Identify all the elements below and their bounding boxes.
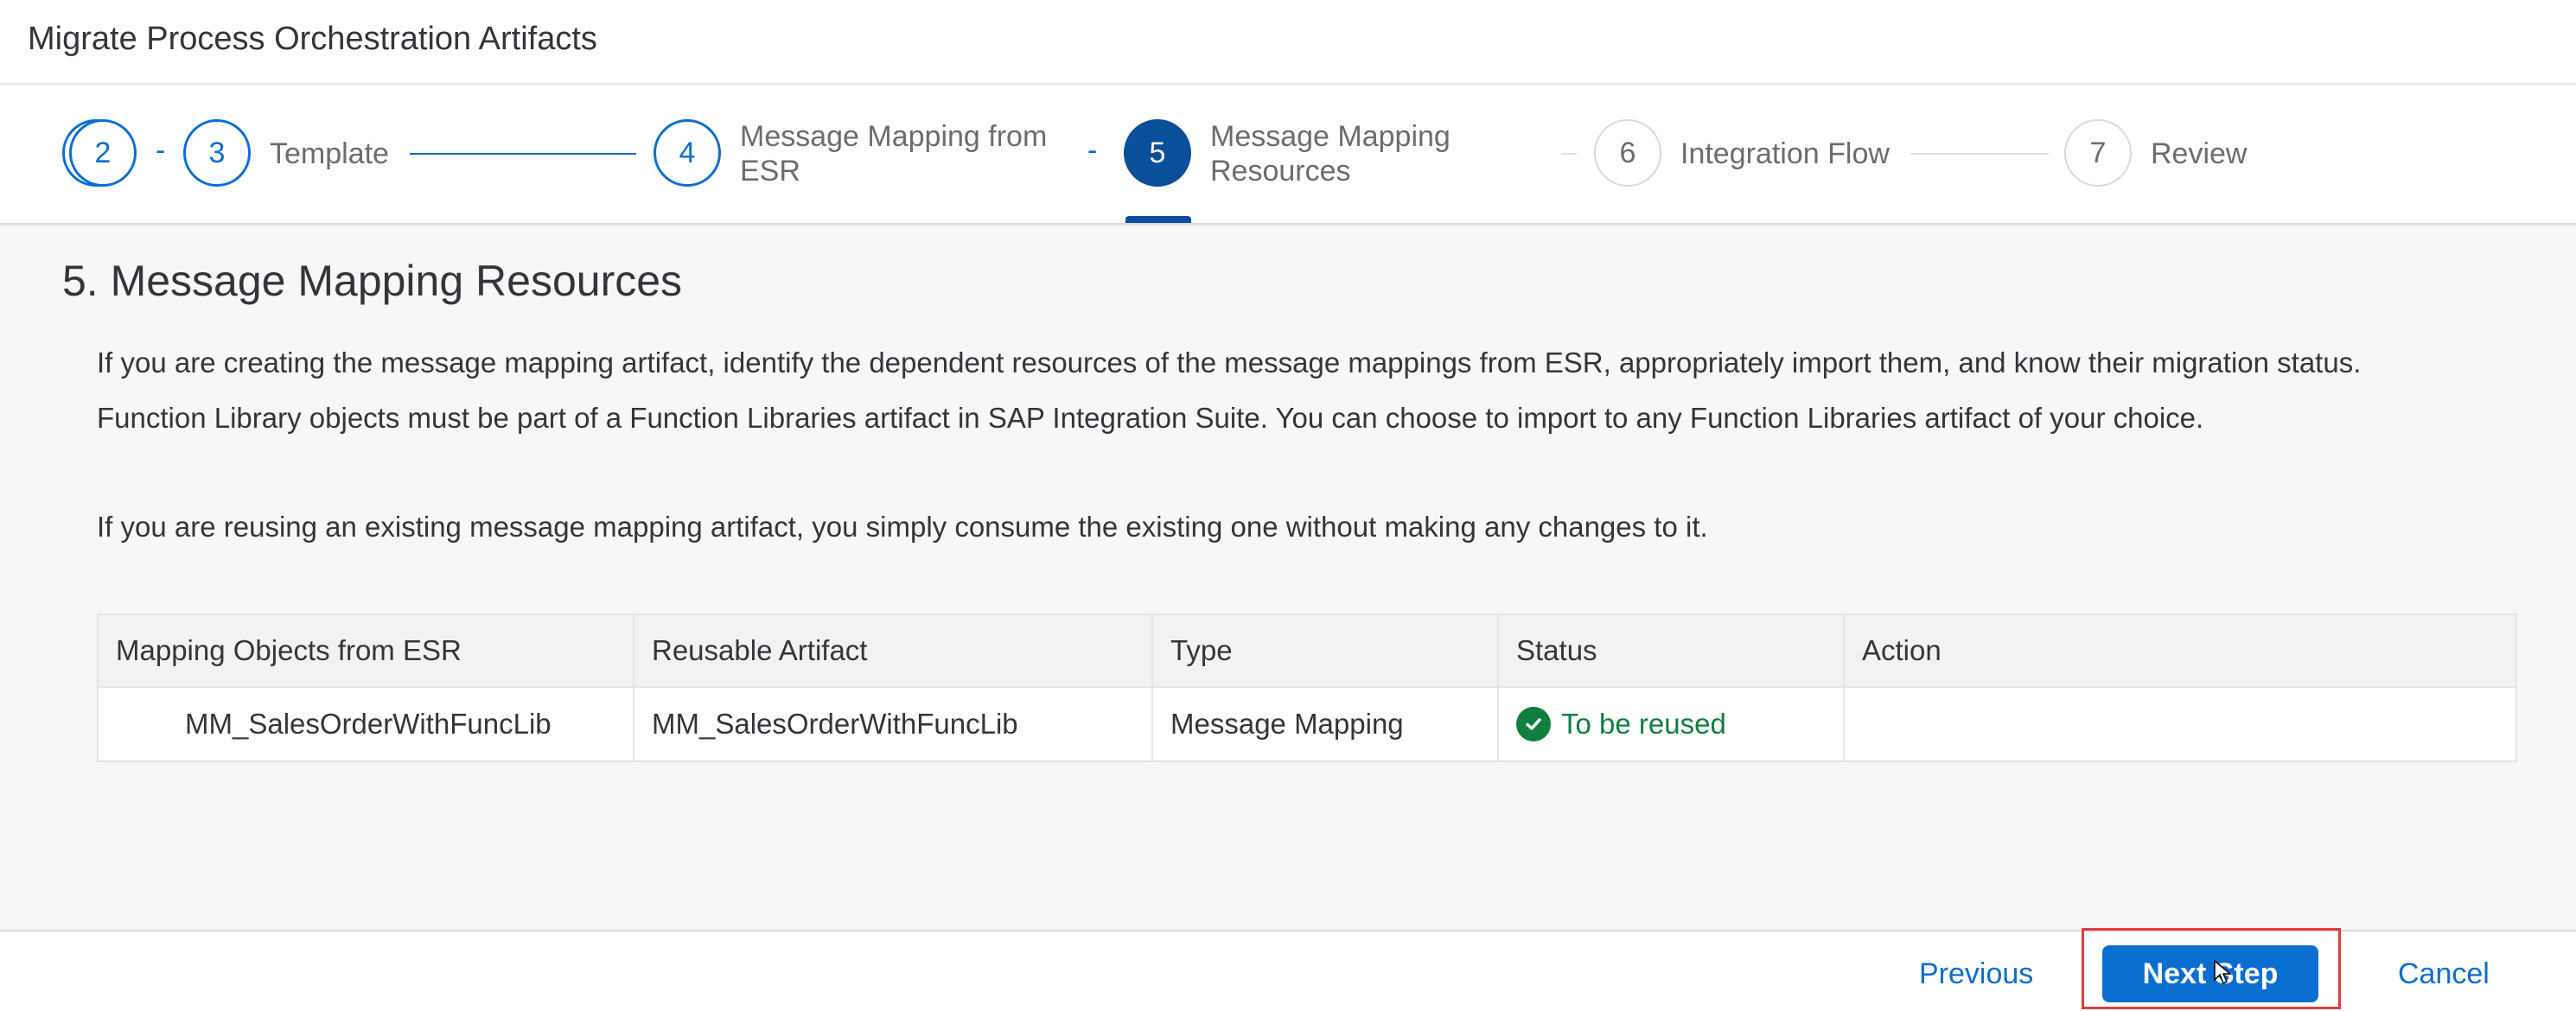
description-line: Function Library objects must be part of… xyxy=(97,402,2204,434)
step-connector xyxy=(1910,153,2049,155)
step-separator: - xyxy=(156,134,166,167)
wizard-step-5[interactable]: 5 xyxy=(1124,119,1191,187)
column-header[interactable]: Reusable Artifact xyxy=(634,615,1153,686)
column-header[interactable]: Mapping Objects from ESR xyxy=(99,615,634,686)
wizard-step-3[interactable]: 3 xyxy=(183,119,251,187)
step-label-integration-flow: Integration Flow xyxy=(1680,137,1890,170)
step-label-review: Review xyxy=(2151,137,2248,170)
step-label-line: ESR xyxy=(740,155,800,188)
step-connector xyxy=(1561,153,1577,155)
dialog-title: Migrate Process Orchestration Artifacts xyxy=(28,21,597,57)
column-header[interactable]: Status xyxy=(1499,615,1845,686)
step-label-message-mapping-resources: Message Mapping Resources xyxy=(1210,119,1451,188)
reusable-artifact-cell: MM_SalesOrderWithFuncLib xyxy=(634,688,1153,760)
step-separator: - xyxy=(1087,134,1098,167)
mouse-pointer-icon xyxy=(2214,959,2232,985)
wizard-step-4[interactable]: 4 xyxy=(654,119,721,187)
active-step-indicator xyxy=(1125,216,1191,223)
step-label-line: Resources xyxy=(1210,155,1351,188)
table-header: Mapping Objects from ESR Reusable Artifa… xyxy=(99,615,2515,688)
column-header[interactable]: Type xyxy=(1153,615,1499,686)
description-line: If you are creating the message mapping … xyxy=(97,347,2362,378)
status-badge: To be reused xyxy=(1516,707,1726,741)
step-label-line: Message Mapping xyxy=(1210,120,1451,153)
status-text: To be reused xyxy=(1561,708,1726,740)
next-step-button[interactable]: Next Step xyxy=(2102,945,2318,1002)
section-title: 5. Message Mapping Resources xyxy=(62,257,683,305)
dialog-header: Migrate Process Orchestration Artifacts xyxy=(0,0,2576,85)
step-label-line: Message Mapping from xyxy=(740,120,1048,153)
mapping-object-cell: MM_SalesOrderWithFuncLib xyxy=(99,688,634,760)
step-connector xyxy=(410,153,636,155)
mapping-objects-table: Mapping Objects from ESR Reusable Artifa… xyxy=(97,614,2517,762)
wizard-progress-bar: 2 - 3 Template 4 Message Mapping from ES… xyxy=(0,85,2576,225)
type-cell: Message Mapping xyxy=(1153,688,1499,760)
cancel-button[interactable]: Cancel xyxy=(2398,957,2490,991)
check-circle-icon xyxy=(1516,707,1551,741)
step-number-2: 2 xyxy=(69,119,137,187)
table-row[interactable]: MM_SalesOrderWithFuncLib MM_SalesOrderWi… xyxy=(99,688,2515,760)
wizard-step-6: 6 xyxy=(1594,119,1661,187)
status-cell: To be reused xyxy=(1499,688,1845,760)
previous-button[interactable]: Previous xyxy=(1919,957,2033,991)
step-label-template: Template xyxy=(270,137,389,170)
wizard-step-2[interactable]: 2 xyxy=(62,119,140,188)
step-label-message-mapping-from-esr: Message Mapping from ESR xyxy=(740,119,1047,188)
action-cell xyxy=(1845,688,2515,760)
column-header[interactable]: Action xyxy=(1845,615,2515,686)
wizard-step-7: 7 xyxy=(2064,119,2132,187)
description-reuse: If you are reusing an existing message m… xyxy=(97,511,1708,543)
